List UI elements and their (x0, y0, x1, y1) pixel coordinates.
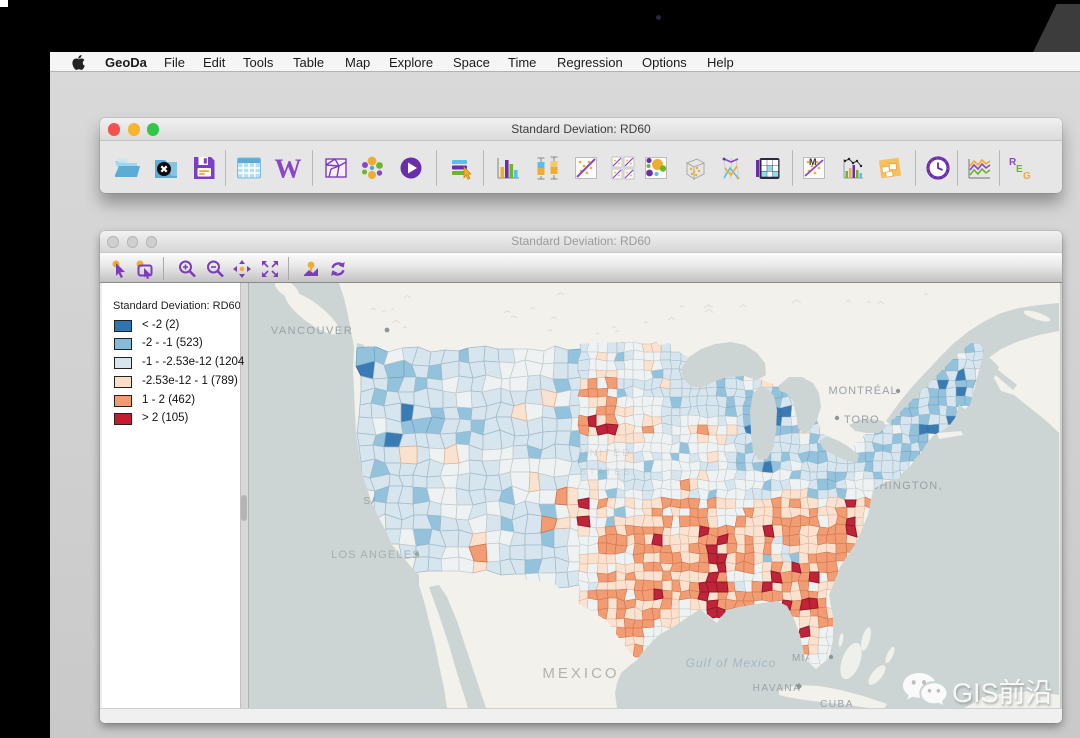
svg-text:STATES: STATES (580, 467, 632, 478)
svg-text:Gulf of Mexico: Gulf of Mexico (686, 656, 777, 670)
svg-text:G: G (1023, 171, 1031, 182)
svg-text:UNITED: UNITED (580, 448, 632, 459)
svg-text:MEXICO: MEXICO (542, 665, 619, 682)
svg-text:LOS ANGELES: LOS ANGELES (331, 549, 421, 561)
svg-text:CUBA: CUBA (820, 699, 854, 708)
svg-text:HAVANA: HAVANA (753, 683, 802, 694)
svg-text:GIS前沿: GIS前沿 (952, 678, 1053, 708)
svg-text:MONTRÉAL: MONTRÉAL (828, 384, 897, 397)
svg-text:TORO: TORO (844, 414, 880, 426)
svg-text:VANCOUVER: VANCOUVER (271, 325, 353, 337)
svg-text:W: W (275, 154, 302, 182)
svg-text:E: E (1016, 164, 1023, 175)
